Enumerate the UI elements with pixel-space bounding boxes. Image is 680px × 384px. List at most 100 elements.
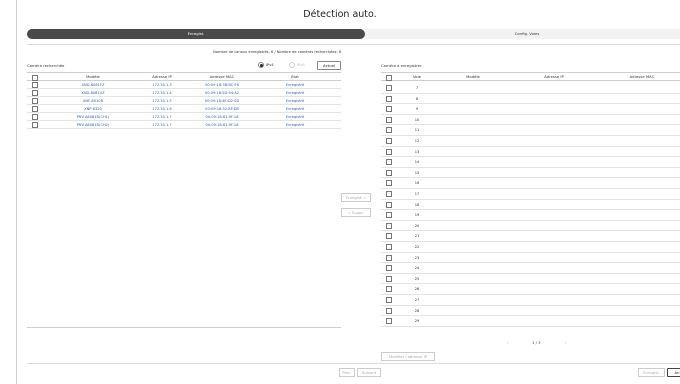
- table-row[interactable]: 10: [381, 115, 680, 126]
- select-all-checkbox[interactable]: [386, 74, 392, 81]
- cell-channel: 25: [414, 276, 420, 281]
- table-row[interactable]: PNV-A8081R(CH2) 172.30.1.7 00:09:18:61:9F:…: [27, 121, 341, 129]
- table-row[interactable]: 19: [381, 210, 680, 221]
- row-checkbox[interactable]: [386, 297, 392, 303]
- row-checkbox[interactable]: [386, 180, 392, 187]
- cell-ip: 172.30.1.7: [152, 123, 172, 127]
- register-camera-table: Voie Modèle Adresse IP Adresse MAC 7 8 9 10…: [381, 72, 680, 332]
- table-row[interactable]: 13: [381, 147, 680, 158]
- row-checkbox[interactable]: [386, 159, 392, 166]
- row-checkbox[interactable]: [386, 127, 392, 134]
- row-checkbox[interactable]: [386, 148, 392, 155]
- row-checkbox[interactable]: [386, 191, 392, 197]
- row-checkbox[interactable]: [32, 82, 38, 88]
- cell-mac: 00:09:18:61:9F:18: [205, 123, 239, 127]
- table-row[interactable]: 7: [381, 83, 680, 94]
- table-row[interactable]: XND-6081FZ 172.30.1.3 00:09:18:5B:BC:F6 Enr…: [27, 81, 341, 89]
- prev-button[interactable]: Préc.: [339, 368, 355, 377]
- prev-page-icon[interactable]: ‹: [507, 340, 509, 345]
- delete-camera-button[interactable]: « Suppr.: [341, 208, 371, 217]
- cell-state: Enregistré: [285, 83, 305, 87]
- cell-channel: 14: [414, 160, 420, 165]
- row-checkbox[interactable]: [386, 233, 392, 240]
- row-checkbox[interactable]: [32, 122, 38, 128]
- row-checkbox[interactable]: [32, 90, 38, 96]
- row-checkbox[interactable]: [32, 114, 38, 120]
- table-row[interactable]: 16: [381, 178, 680, 189]
- cell-channel: 17: [414, 192, 420, 196]
- table-row[interactable]: XNF-8010R 172.30.1.5 00:09:18:4E:D2:0D Enre…: [27, 97, 341, 105]
- searched-camera-label: Caméra recherchée: [27, 63, 65, 68]
- select-all-checkbox[interactable]: [32, 74, 38, 81]
- table-row[interactable]: 26: [381, 284, 680, 295]
- row-checkbox[interactable]: [386, 318, 392, 325]
- row-checkbox[interactable]: [32, 98, 38, 104]
- cancel-button[interactable]: An: [667, 368, 680, 377]
- tab-bar: Enregist. Config. Voies: [27, 29, 680, 39]
- table-row[interactable]: 28: [381, 306, 680, 317]
- cell-ip: 172.30.1.4: [152, 91, 172, 95]
- cell-ip: 172.30.1.7: [152, 115, 172, 119]
- row-checkbox[interactable]: [386, 201, 392, 208]
- cell-channel: 28: [414, 308, 420, 313]
- modify-ip-button[interactable]: Modifier l'adresse IP: [381, 352, 435, 361]
- row-checkbox[interactable]: [386, 212, 392, 219]
- cell-channel: 19: [414, 213, 420, 218]
- tab-register[interactable]: Enregist.: [27, 29, 365, 39]
- table-row[interactable]: 27: [381, 295, 680, 306]
- row-checkbox[interactable]: [386, 95, 392, 102]
- divider: [27, 327, 341, 328]
- cell-ip: 172.30.1.6: [152, 107, 172, 111]
- table-header: Voie Modèle Adresse IP Adresse MAC: [381, 72, 680, 81]
- ipv4-radio[interactable]: [258, 62, 264, 68]
- refresh-button[interactable]: Actual: [317, 61, 341, 70]
- cell-model: XND-8081VZ: [81, 91, 105, 95]
- table-row[interactable]: 24: [381, 263, 680, 274]
- table-row[interactable]: 21: [381, 231, 680, 242]
- register-camera-button[interactable]: Enregist. »: [341, 193, 371, 202]
- table-row[interactable]: 8: [381, 94, 680, 105]
- table-row[interactable]: 20: [381, 221, 680, 232]
- cell-state: Enregistré: [285, 99, 305, 103]
- cell-channel: 27: [414, 298, 420, 302]
- register-button[interactable]: Enregist.: [638, 368, 665, 377]
- table-row[interactable]: 15: [381, 168, 680, 179]
- row-checkbox[interactable]: [386, 106, 392, 113]
- row-checkbox[interactable]: [386, 286, 392, 293]
- cell-ip: 172.30.1.5: [152, 99, 172, 103]
- table-row[interactable]: PNV-A8081R(CH1) 172.30.1.7 00:09:18:61:9F:…: [27, 113, 341, 121]
- row-checkbox[interactable]: [386, 244, 392, 250]
- row-checkbox[interactable]: [386, 116, 392, 123]
- table-row[interactable]: 23: [381, 253, 680, 264]
- header-mac: Adresse MAC: [629, 74, 655, 79]
- table-row[interactable]: XNP-6320 172.30.1.6 00:09:18:52:8F:DB Enreg…: [27, 105, 341, 113]
- row-checkbox[interactable]: [386, 85, 392, 91]
- tab-channel-config[interactable]: Config. Voies: [367, 29, 680, 39]
- cell-state: Enregistré: [285, 123, 305, 127]
- next-page-icon[interactable]: ›: [565, 340, 567, 345]
- next-button[interactable]: Suivant: [357, 368, 381, 377]
- row-checkbox[interactable]: [386, 275, 392, 282]
- table-row[interactable]: 25: [381, 274, 680, 285]
- ipv6-radio: [289, 62, 295, 68]
- row-checkbox[interactable]: [386, 138, 392, 144]
- table-row[interactable]: 18: [381, 200, 680, 211]
- cell-mac: 00:09:18:52:8F:DB: [205, 107, 239, 111]
- table-row[interactable]: 9: [381, 104, 680, 115]
- row-checkbox[interactable]: [386, 307, 392, 314]
- table-row[interactable]: 11: [381, 125, 680, 136]
- table-row[interactable]: XND-8081VZ 172.30.1.4 00:09:18:5D:94:A2 Enr…: [27, 89, 341, 97]
- row-checkbox[interactable]: [386, 222, 392, 229]
- table-row[interactable]: 12: [381, 136, 680, 147]
- row-checkbox[interactable]: [386, 254, 392, 261]
- row-checkbox[interactable]: [32, 106, 38, 112]
- row-checkbox[interactable]: [386, 169, 392, 176]
- table-row[interactable]: 14: [381, 157, 680, 168]
- cell-model: XNP-6320: [84, 107, 102, 111]
- row-checkbox[interactable]: [386, 265, 392, 272]
- table-row[interactable]: 17: [381, 189, 680, 200]
- table-row[interactable]: 22: [381, 242, 680, 253]
- ipv4-radio-group[interactable]: IPv4: [258, 62, 274, 68]
- table-row[interactable]: 29: [381, 316, 680, 327]
- cell-channel: 10: [414, 117, 420, 122]
